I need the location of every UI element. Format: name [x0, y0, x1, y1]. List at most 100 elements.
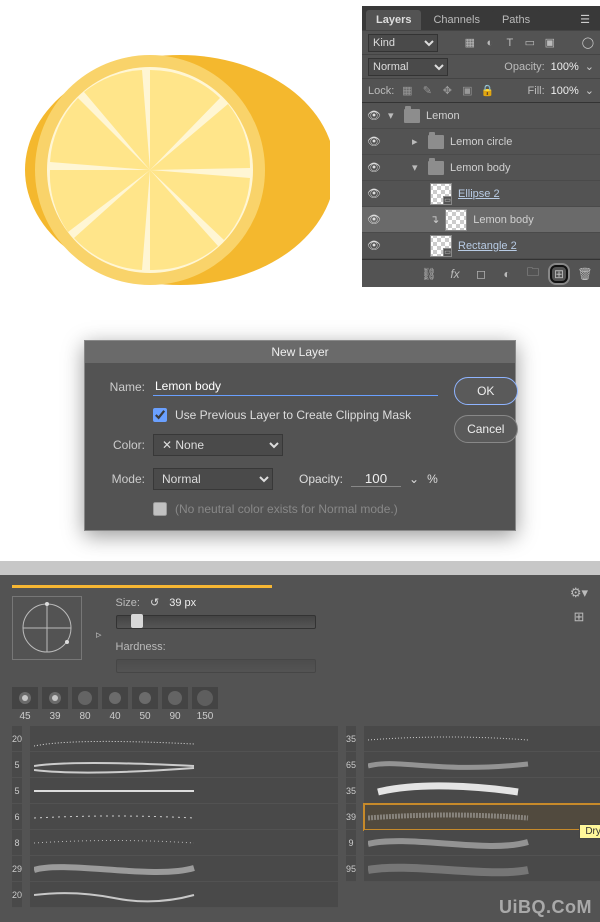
brush-preset[interactable]: 65	[346, 752, 356, 778]
delete-layer-icon[interactable]: 🗑	[576, 265, 594, 283]
mode-select[interactable]: Normal	[153, 468, 273, 490]
gear-icon[interactable]: ⚙▾	[570, 585, 588, 601]
blend-mode-select[interactable]: Normal	[368, 58, 448, 76]
brush-preset[interactable]: 80	[72, 687, 98, 722]
filter-adjust-icon[interactable]: ◐	[483, 36, 497, 50]
section-divider	[0, 561, 600, 575]
brush-stroke-preset[interactable]	[30, 882, 338, 908]
neutral-label: (No neutral color exists for Normal mode…	[175, 502, 398, 516]
brush-stroke-preset[interactable]	[364, 726, 600, 752]
lock-all-icon[interactable]: 🔒	[480, 84, 494, 98]
brush-stroke-preset[interactable]	[364, 830, 600, 856]
brush-preset[interactable]: 6	[12, 804, 22, 830]
visibility-toggle-icon[interactable]: 👁	[366, 109, 382, 122]
brush-stroke-preset[interactable]	[30, 856, 338, 882]
flip-preview-icon[interactable]: ▹	[96, 628, 102, 641]
visibility-toggle-icon[interactable]: 👁	[366, 161, 382, 174]
twisty-icon[interactable]: ▾	[388, 109, 398, 122]
brush-preset[interactable]: 39	[346, 804, 356, 830]
lemon-illustration	[10, 20, 330, 300]
reset-size-icon[interactable]: ↺	[150, 596, 159, 609]
brush-size-slider[interactable]	[116, 615, 316, 629]
fill-value[interactable]: 100%	[551, 85, 579, 97]
filter-row: Kind ▦ ◐ T ▭ ▣ ◯	[362, 30, 600, 54]
layer-group-lemon[interactable]: 👁 ▾ Lemon	[362, 103, 600, 129]
brush-size-value[interactable]: 39 px	[169, 597, 196, 609]
brush-angle-control[interactable]	[12, 596, 82, 660]
brush-stroke-preset[interactable]	[30, 726, 338, 752]
brush-stroke-preset[interactable]	[30, 804, 338, 830]
tab-paths[interactable]: Paths	[492, 10, 540, 30]
brush-preset[interactable]: 5	[12, 778, 22, 804]
layer-rectangle-2[interactable]: 👁 ▭ Rectangle 2	[362, 233, 600, 259]
chevron-down-icon[interactable]: ⌄	[409, 472, 419, 486]
lock-pixels-icon[interactable]: ✎	[420, 84, 434, 98]
layer-name: Ellipse 2	[458, 188, 500, 200]
brush-preset[interactable]: 35	[346, 778, 356, 804]
layers-panel: Layers Channels Paths ☰ Kind ▦ ◐ T ▭ ▣ ◯…	[362, 6, 600, 287]
filter-kind-select[interactable]: Kind	[368, 34, 438, 52]
layer-lemon-body[interactable]: 👁 ↴ Lemon body	[362, 207, 600, 233]
clipping-mask-checkbox[interactable]	[153, 408, 167, 422]
opacity-value[interactable]: 100%	[551, 61, 579, 73]
filter-type-icon[interactable]: T	[503, 36, 517, 50]
opacity-input[interactable]	[351, 471, 401, 487]
tab-channels[interactable]: Channels	[423, 10, 489, 30]
chevron-down-icon[interactable]: ⌄	[585, 84, 594, 97]
brush-preset[interactable]: 20	[12, 726, 22, 752]
filter-shape-icon[interactable]: ▭	[523, 36, 537, 50]
cancel-button[interactable]: Cancel	[454, 415, 518, 443]
panel-menu-icon[interactable]: ☰	[574, 9, 596, 30]
brush-stroke-preset[interactable]	[364, 752, 600, 778]
brush-preset[interactable]: 45	[12, 687, 38, 722]
brush-stroke-preset[interactable]	[30, 752, 338, 778]
brush-stroke-preset[interactable]	[364, 856, 600, 882]
filter-pixel-icon[interactable]: ▦	[463, 36, 477, 50]
new-layer-dialog: New Layer Name: Use Previous Layer to Cr…	[84, 340, 516, 531]
new-layer-button[interactable]: ⊞	[550, 265, 568, 283]
visibility-toggle-icon[interactable]: 👁	[366, 135, 382, 148]
layer-mask-icon[interactable]: ◻	[472, 265, 490, 283]
filter-toggle-icon[interactable]: ◯	[582, 36, 594, 49]
layer-name-input[interactable]	[153, 377, 438, 396]
brush-preset[interactable]: 150	[192, 687, 218, 722]
dialog-title: New Layer	[85, 341, 515, 363]
visibility-toggle-icon[interactable]: 👁	[366, 213, 382, 226]
brush-stroke-preset[interactable]	[30, 778, 338, 804]
brush-preset[interactable]: 90	[162, 687, 188, 722]
brush-preset[interactable]: 9	[346, 830, 356, 856]
color-select[interactable]: ✕ None	[153, 434, 283, 456]
brush-preset[interactable]: 29	[12, 856, 22, 882]
brush-preset[interactable]: 35	[346, 726, 356, 752]
brush-stroke-preset-selected[interactable]: Dry Brush 1 #2	[364, 804, 600, 830]
layer-thumbnail	[445, 209, 467, 231]
brush-stroke-preset[interactable]	[30, 830, 338, 856]
new-preset-icon[interactable]: ⊞	[573, 609, 584, 625]
brush-preset[interactable]: 8	[12, 830, 22, 856]
lock-artboard-icon[interactable]: ▣	[460, 84, 474, 98]
visibility-toggle-icon[interactable]: 👁	[366, 239, 382, 252]
layer-group-lemon-circle[interactable]: 👁 ▸ Lemon circle	[362, 129, 600, 155]
layer-style-icon[interactable]: fx	[446, 265, 464, 283]
twisty-icon[interactable]: ▸	[412, 135, 422, 148]
brush-preset[interactable]: 95	[346, 856, 356, 882]
brush-preset[interactable]: 20	[12, 882, 22, 908]
tab-layers[interactable]: Layers	[366, 10, 421, 30]
brush-preset[interactable]: 5	[12, 752, 22, 778]
layer-group-lemon-body[interactable]: 👁 ▾ Lemon body	[362, 155, 600, 181]
brush-preset[interactable]: 40	[102, 687, 128, 722]
layer-ellipse-2[interactable]: 👁 ▭ Ellipse 2	[362, 181, 600, 207]
group-icon[interactable]: 🗀	[524, 265, 542, 283]
ok-button[interactable]: OK	[454, 377, 518, 405]
brush-preset[interactable]: 50	[132, 687, 158, 722]
lock-position-icon[interactable]: ✥	[440, 84, 454, 98]
brush-preset[interactable]: 39	[42, 687, 68, 722]
link-layers-icon[interactable]: ⛓	[420, 265, 438, 283]
lock-transparency-icon[interactable]: ▦	[400, 84, 414, 98]
brush-stroke-preset[interactable]	[364, 778, 600, 804]
adjustment-layer-icon[interactable]: ◐	[498, 265, 516, 283]
filter-smart-icon[interactable]: ▣	[543, 36, 557, 50]
visibility-toggle-icon[interactable]: 👁	[366, 187, 382, 200]
twisty-icon[interactable]: ▾	[412, 161, 422, 174]
chevron-down-icon[interactable]: ⌄	[585, 60, 594, 73]
